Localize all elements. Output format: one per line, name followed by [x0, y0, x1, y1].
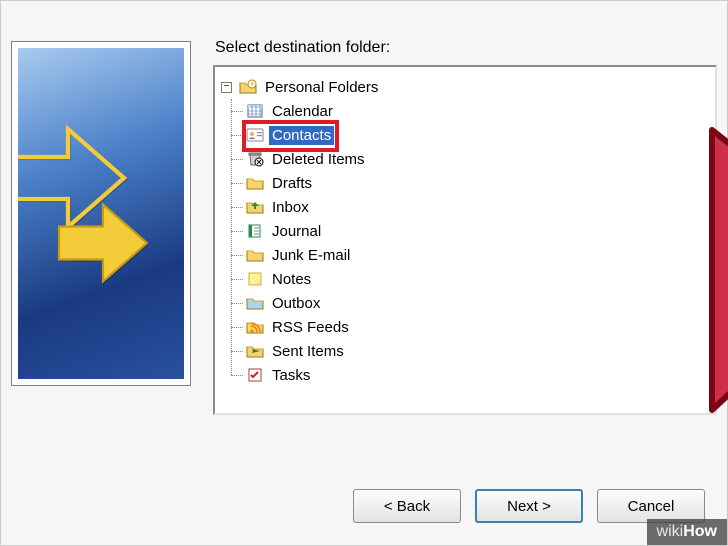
sent-items-icon — [245, 342, 265, 360]
tree-item-label: Junk E-mail — [269, 246, 353, 265]
tree-item[interactable]: Notes — [245, 267, 709, 291]
calendar-icon — [245, 102, 265, 120]
tree-item-label: Sent Items — [269, 342, 347, 361]
wikihow-watermark: wikiHow — [647, 519, 727, 545]
tree-item-label: Outbox — [269, 294, 323, 313]
tree-item-label: Notes — [269, 270, 314, 289]
watermark-prefix: wiki — [657, 523, 684, 540]
drafts-icon — [245, 174, 265, 192]
cancel-button[interactable]: Cancel — [597, 489, 705, 523]
collapse-toggle-icon[interactable]: − — [221, 82, 232, 93]
tree-item-label: Journal — [269, 222, 324, 241]
watermark-suffix: How — [683, 523, 717, 540]
tree-item[interactable]: Deleted Items — [245, 147, 709, 171]
contacts-icon — [245, 126, 265, 144]
tree-item-label: Calendar — [269, 102, 336, 121]
wizard-sidebar-art — [18, 48, 184, 379]
tree-item-label: Inbox — [269, 198, 312, 217]
import-export-wizard-dialog: Select destination folder: − Personal Fol… — [0, 0, 728, 546]
tree-item[interactable]: Contacts — [245, 123, 709, 147]
tree-item-label: Contacts — [269, 126, 334, 145]
deleted-items-icon — [245, 150, 265, 168]
junk-email-icon — [245, 246, 265, 264]
prompt-label: Select destination folder: — [215, 39, 717, 57]
tree-item[interactable]: Junk E-mail — [245, 243, 709, 267]
wizard-sidebar-frame — [11, 41, 191, 386]
tree-item[interactable]: Calendar — [245, 99, 709, 123]
tree-item-label: Tasks — [269, 366, 313, 385]
tree-item-label: Drafts — [269, 174, 315, 193]
notes-icon — [245, 270, 265, 288]
tree-root-item[interactable]: − Personal Folders — [221, 75, 709, 99]
folder-tree[interactable]: − Personal Folders Calendar Contacts Deleted… — [213, 65, 717, 415]
tree-item[interactable]: Outbox — [245, 291, 709, 315]
right-panel: Select destination folder: − Personal Fol… — [213, 11, 717, 441]
tasks-icon — [245, 366, 265, 384]
decorative-arrow-icon — [48, 188, 158, 298]
tree-item-label: Personal Folders — [262, 78, 381, 97]
inbox-icon — [245, 198, 265, 216]
journal-icon — [245, 222, 265, 240]
tree-item[interactable]: Inbox — [245, 195, 709, 219]
tree-item[interactable]: Sent Items — [245, 339, 709, 363]
main-content: Select destination folder: − Personal Fol… — [11, 11, 717, 441]
tree-item[interactable]: Journal — [245, 219, 709, 243]
personal-folders-icon — [238, 78, 258, 96]
tree-item-label: Deleted Items — [269, 150, 368, 169]
rss-feeds-icon — [245, 318, 265, 336]
wizard-buttons: < Back Next > Cancel — [353, 489, 705, 523]
back-button[interactable]: < Back — [353, 489, 461, 523]
tree-item[interactable]: RSS Feeds — [245, 315, 709, 339]
tree-item-label: RSS Feeds — [269, 318, 352, 337]
tree-item[interactable]: Tasks — [245, 363, 709, 387]
outbox-icon — [245, 294, 265, 312]
next-button[interactable]: Next > — [475, 489, 583, 523]
tree-item[interactable]: Drafts — [245, 171, 709, 195]
